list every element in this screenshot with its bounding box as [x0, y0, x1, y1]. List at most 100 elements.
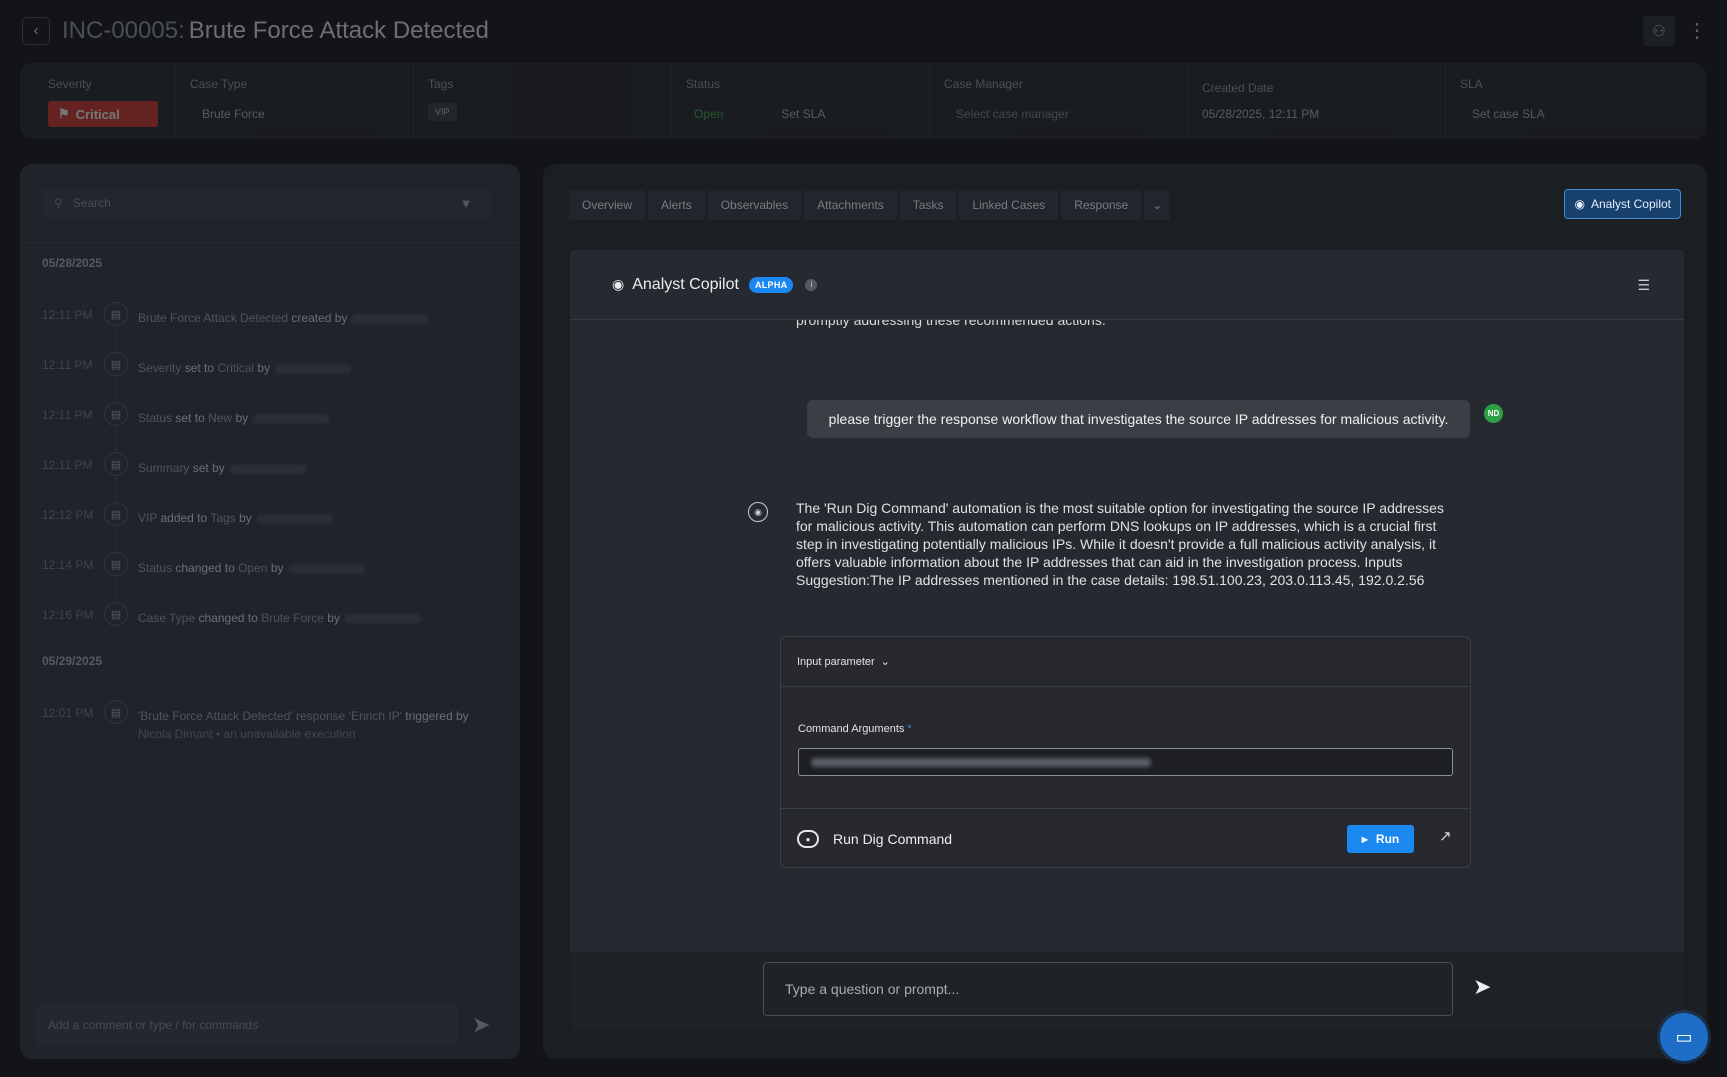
chat-launcher-button[interactable]: ▭ [1660, 1013, 1708, 1061]
status-value[interactable]: Open [694, 107, 723, 121]
case-manager-field: Case Manager Select case manager [930, 63, 1188, 139]
set-sla-link[interactable]: Set SLA [781, 107, 825, 121]
tags-label: Tags [428, 77, 454, 91]
tab-tasks[interactable]: Tasks [899, 190, 957, 220]
timeline-text: 'Brute Force Attack Detected' response '… [138, 709, 469, 741]
timeline-text: Status changed to Open by [138, 552, 366, 578]
timeline-time: 12:01 PM [42, 706, 94, 720]
timeline-time: 12:14 PM [42, 558, 94, 572]
redacted-value [811, 757, 1151, 767]
parameter-body: Command Arguments * [781, 687, 1470, 809]
back-button[interactable]: ‹ [22, 17, 50, 45]
timeline-content: ⚲ Search ▼ 05/28/2025 12:11 PM ▤ Brute F… [20, 164, 520, 1059]
timeline-text: VIP added to Tags by [138, 502, 334, 528]
automation-name: Run Dig Command [833, 831, 953, 847]
timeline-text: Status set to New by [138, 402, 331, 428]
note-icon: ▤ [104, 302, 128, 326]
case-type-value[interactable]: Brute Force [202, 107, 399, 121]
copilot-message: The 'Run Dig Command' automation is the … [796, 500, 1444, 588]
tab-response[interactable]: Response [1061, 190, 1142, 220]
run-button[interactable]: ▶ Run [1347, 825, 1414, 853]
command-arguments-input[interactable] [798, 748, 1453, 776]
note-icon: ▤ [104, 602, 128, 626]
sla-value[interactable]: Set case SLA [1472, 107, 1652, 121]
timeline-item[interactable]: 12:01 PM ▤ 'Brute Force Attack Detected'… [42, 700, 469, 742]
send-icon[interactable]: ➤ [472, 1012, 490, 1038]
automation-icon: ● [797, 830, 819, 848]
kebab-menu-button[interactable]: ⋮ [1687, 20, 1707, 42]
prompt-input[interactable]: Type a question or prompt... [763, 962, 1453, 1016]
assign-user-icon: ⚇ [1652, 23, 1666, 40]
note-icon: ▤ [104, 700, 128, 724]
copilot-icon: ◉ [1574, 197, 1585, 211]
vip-tag[interactable]: VIP [428, 103, 457, 121]
kebab-icon: ⋮ [1687, 20, 1707, 42]
case-manager-label: Case Manager [944, 77, 1023, 91]
timeline-time: 12:16 PM [42, 608, 94, 622]
timeline-text: Brute Force Attack Detected created by [138, 302, 430, 328]
timeline-panel: ⚲ Search ▼ 05/28/2025 12:11 PM ▤ Brute F… [20, 164, 520, 1059]
tab-alerts[interactable]: Alerts [648, 190, 705, 220]
automation-card: Input parameter ⌄ Command Arguments * ● R… [780, 636, 1471, 868]
play-icon: ▶ [1361, 834, 1368, 844]
tabs-more-button[interactable]: ⌄ [1144, 190, 1171, 220]
created-date-field: Created Date 05/28/2025, 12:11 PM [1188, 63, 1446, 139]
analyst-copilot-label: Analyst Copilot [1590, 197, 1671, 211]
severity-badge[interactable]: ⚑ Critical [48, 101, 158, 127]
sla-label: SLA [1460, 77, 1483, 91]
analyst-copilot-button[interactable]: ◉ Analyst Copilot [1564, 189, 1681, 219]
status-field: Status Open Set SLA [672, 63, 930, 139]
tab-attachments[interactable]: Attachments [804, 190, 897, 220]
command-arguments-label: Command Arguments * [798, 723, 912, 735]
chevron-down-icon: ⌄ [1152, 198, 1163, 212]
flag-icon: ⚑ [58, 106, 70, 121]
tab-observables[interactable]: Observables [707, 190, 802, 220]
note-icon: ▤ [104, 452, 128, 476]
status-label: Status [686, 77, 721, 91]
timeline-item[interactable]: 12:11 PM ▤ Summary set by [42, 452, 307, 478]
comment-input[interactable]: Add a comment or type / for commands [36, 1004, 458, 1046]
timeline-search[interactable]: ⚲ Search [42, 188, 448, 218]
external-link-icon[interactable]: ↗ [1439, 827, 1452, 845]
copilot-chat: ◉ Analyst Copilot ALPHA i ☰ promptly add… [570, 250, 1684, 1030]
sla-field: SLA Set case SLA [1446, 63, 1666, 139]
date-heading: 05/28/2025 [42, 256, 103, 270]
case-id: INC-00005: [62, 17, 185, 44]
tab-overview[interactable]: Overview [569, 190, 646, 220]
case-tabs: Overview Alerts Observables Attachments … [569, 190, 1171, 220]
chat-icon: ▭ [1675, 1026, 1693, 1047]
timeline-item[interactable]: 12:11 PM ▤ Status set to New by [42, 402, 331, 428]
copilot-avatar-icon: ◉ [748, 502, 768, 522]
settings-icon[interactable]: ☰ [1637, 277, 1650, 294]
send-icon[interactable]: ➤ [1473, 974, 1491, 1000]
tags-field: Tags VIP [414, 63, 672, 139]
timeline-item[interactable]: 12:16 PM ▤ Case Type changed to Brute Fo… [42, 602, 422, 628]
note-icon: ▤ [104, 402, 128, 426]
timeline-item[interactable]: 12:12 PM ▤ VIP added to Tags by [42, 502, 334, 528]
search-placeholder: Search [72, 196, 111, 210]
search-icon: ⚲ [54, 196, 63, 210]
alpha-badge: ALPHA [748, 276, 794, 293]
timeline-text: Severity set to Critical by [138, 352, 353, 378]
timeline-text: Case Type changed to Brute Force by [138, 602, 422, 628]
timeline-item[interactable]: 12:11 PM ▤ Brute Force Attack Detected c… [42, 302, 430, 328]
tab-linked-cases[interactable]: Linked Cases [959, 190, 1059, 220]
note-icon: ▤ [104, 552, 128, 576]
prompt-bar: Type a question or prompt... ➤ [570, 952, 1684, 1030]
date-heading: 05/29/2025 [42, 654, 103, 668]
timeline-time: 12:11 PM [42, 458, 93, 472]
timeline-item[interactable]: 12:11 PM ▤ Severity set to Critical by [42, 352, 353, 378]
assign-user-button[interactable]: ⚇ [1643, 16, 1675, 46]
note-icon: ▤ [104, 352, 128, 376]
case-manager-select[interactable]: Select case manager [956, 107, 1173, 121]
user-message: please trigger the response workflow tha… [807, 400, 1470, 438]
filter-icon: ▼ [459, 195, 473, 211]
case-info-bar: Severity ⚑ Critical Case Type Brute Forc… [20, 63, 1706, 139]
input-parameter-toggle[interactable]: Input parameter ⌄ [781, 637, 1470, 687]
note-icon: ▤ [104, 502, 128, 526]
timeline-time: 12:11 PM [42, 408, 93, 422]
info-icon[interactable]: i [805, 278, 818, 291]
case-type-field: Case Type Brute Force [176, 63, 414, 139]
filter-button[interactable]: ▼ [440, 188, 492, 218]
timeline-item[interactable]: 12:14 PM ▤ Status changed to Open by [42, 552, 366, 578]
